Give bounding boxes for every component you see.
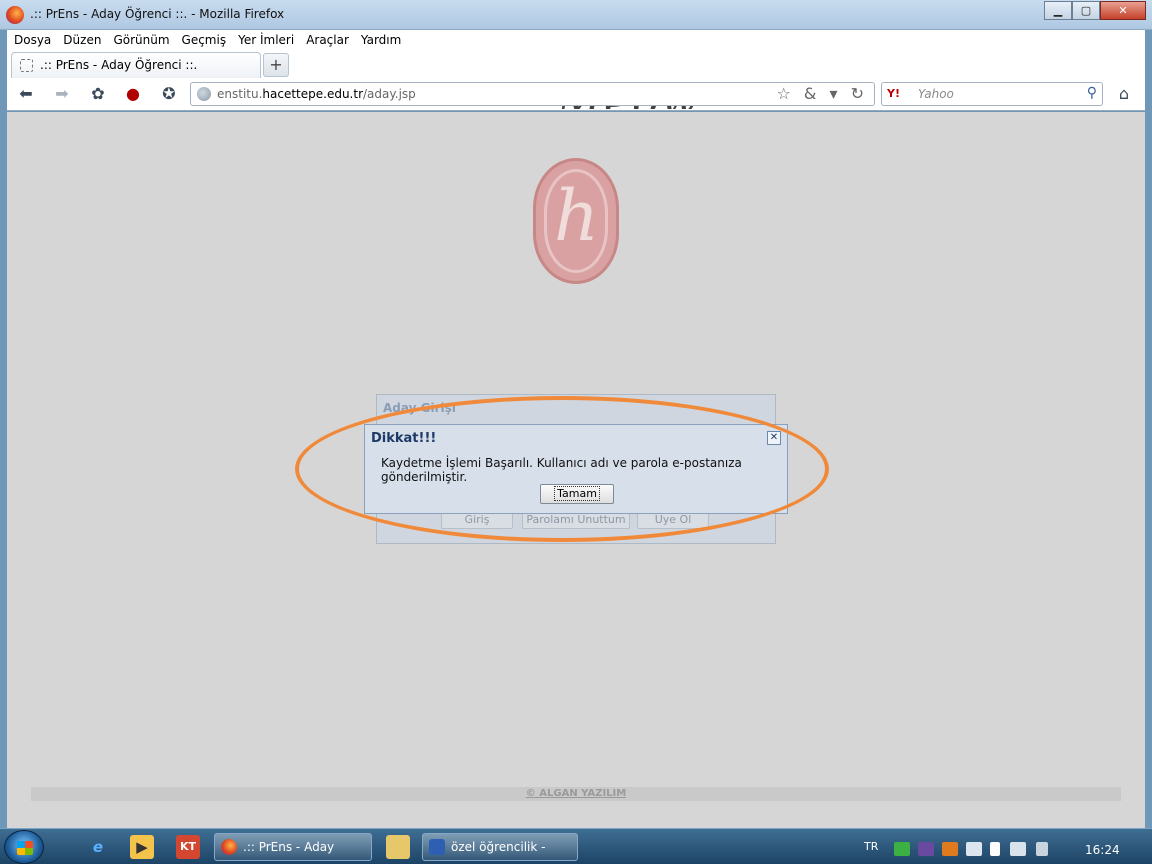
- language-indicator[interactable]: TR: [864, 840, 878, 853]
- menu-bar: Dosya Düzen Görünüm Geçmiş Yer İmleri Ar…: [7, 30, 1145, 50]
- search-icon[interactable]: ⚲: [1087, 85, 1097, 101]
- tray-network-icon[interactable]: [966, 842, 982, 856]
- footer-link[interactable]: © ALGAN YAZILIM: [526, 788, 626, 799]
- menu-history[interactable]: Geçmiş: [182, 30, 227, 50]
- menu-edit[interactable]: Düzen: [63, 30, 101, 50]
- window-title: .:: PrEns - Aday Öğrenci ::. - Mozilla F…: [30, 7, 285, 21]
- start-button[interactable]: [4, 830, 44, 864]
- back-arrow-icon[interactable]: ⬅: [15, 84, 37, 104]
- search-placeholder: Yahoo: [918, 87, 954, 101]
- tray-app-icon[interactable]: [918, 842, 934, 856]
- title-bar: .:: PrEns - Aday Öğrenci ::. - Mozilla F…: [0, 0, 1152, 30]
- hacettepe-logo: h: [533, 158, 619, 284]
- firefox-icon: [6, 6, 24, 24]
- menu-tools[interactable]: Araçlar: [306, 30, 349, 50]
- globe-icon: [197, 87, 211, 101]
- forward-arrow-icon[interactable]: ➡: [51, 84, 73, 104]
- maximize-button[interactable]: ▢: [1072, 1, 1100, 20]
- tab-active[interactable]: .:: PrEns - Aday Öğrenci ::.: [11, 52, 261, 78]
- taskbar-firefox[interactable]: .:: PrEns - Aday Öğre...: [214, 833, 372, 861]
- clock[interactable]: 16:24: [1085, 843, 1120, 857]
- menu-help[interactable]: Yardım: [361, 30, 401, 50]
- media-player-icon[interactable]: ▶: [130, 835, 154, 859]
- volume-icon[interactable]: [1010, 842, 1026, 856]
- kt-app-icon[interactable]: KT: [176, 835, 200, 859]
- ie-icon[interactable]: e: [86, 835, 110, 859]
- power-icon[interactable]: [1036, 842, 1048, 856]
- menu-file[interactable]: Dosya: [14, 30, 51, 50]
- taskbar: e ▶ KT .:: PrEns - Aday Öğre... özel öğr…: [0, 828, 1152, 864]
- url-text: enstitu.hacettepe.edu.tr/aday.jsp: [217, 87, 416, 101]
- menu-bookmarks[interactable]: Yer İmleri: [238, 30, 294, 50]
- highlight-ellipse: [295, 396, 829, 542]
- firefox-icon: [221, 839, 237, 855]
- addon-icon[interactable]: ✿: [87, 84, 109, 104]
- page-footer: © ALGAN YAZILIM: [31, 787, 1121, 801]
- record-icon[interactable]: ●: [122, 84, 144, 104]
- search-input[interactable]: Y! Yahoo ⚲: [881, 82, 1103, 106]
- new-tab-button[interactable]: +: [263, 53, 289, 77]
- home-icon[interactable]: ⌂: [1113, 84, 1135, 104]
- navigation-bar: Meow ⬅ ➡ ✿ ● ✪ enstitu.hacettepe.edu.tr/…: [7, 76, 1145, 111]
- menu-view[interactable]: Görünüm: [113, 30, 169, 50]
- address-bar[interactable]: enstitu.hacettepe.edu.tr/aday.jsp ☆ & ▾ …: [190, 82, 875, 106]
- folder-icon[interactable]: [386, 835, 410, 859]
- close-window-button[interactable]: ✕: [1100, 1, 1146, 20]
- tray-check-icon[interactable]: [894, 842, 910, 856]
- yahoo-icon[interactable]: Y!: [887, 87, 900, 100]
- minimize-button[interactable]: ▁: [1044, 1, 1072, 20]
- tab-bar: .:: PrEns - Aday Öğrenci ::. +: [7, 50, 1145, 78]
- page-content: h Aday Girişi Giriş Parolamı Unuttum Üye…: [7, 112, 1145, 828]
- window-controls: ▁ ▢ ✕: [1044, 1, 1146, 20]
- bookmark-star-icon[interactable]: ✪: [158, 84, 180, 104]
- flag-icon[interactable]: [990, 842, 1000, 856]
- tray-update-icon[interactable]: [942, 842, 958, 856]
- tab-label: .:: PrEns - Aday Öğrenci ::.: [40, 58, 198, 72]
- taskbar-word[interactable]: özel öğrencilik - Micr...: [422, 833, 578, 861]
- url-actions[interactable]: ☆ & ▾ ↻: [776, 84, 868, 103]
- word-icon: [429, 839, 445, 855]
- page-favicon-icon: [20, 59, 33, 72]
